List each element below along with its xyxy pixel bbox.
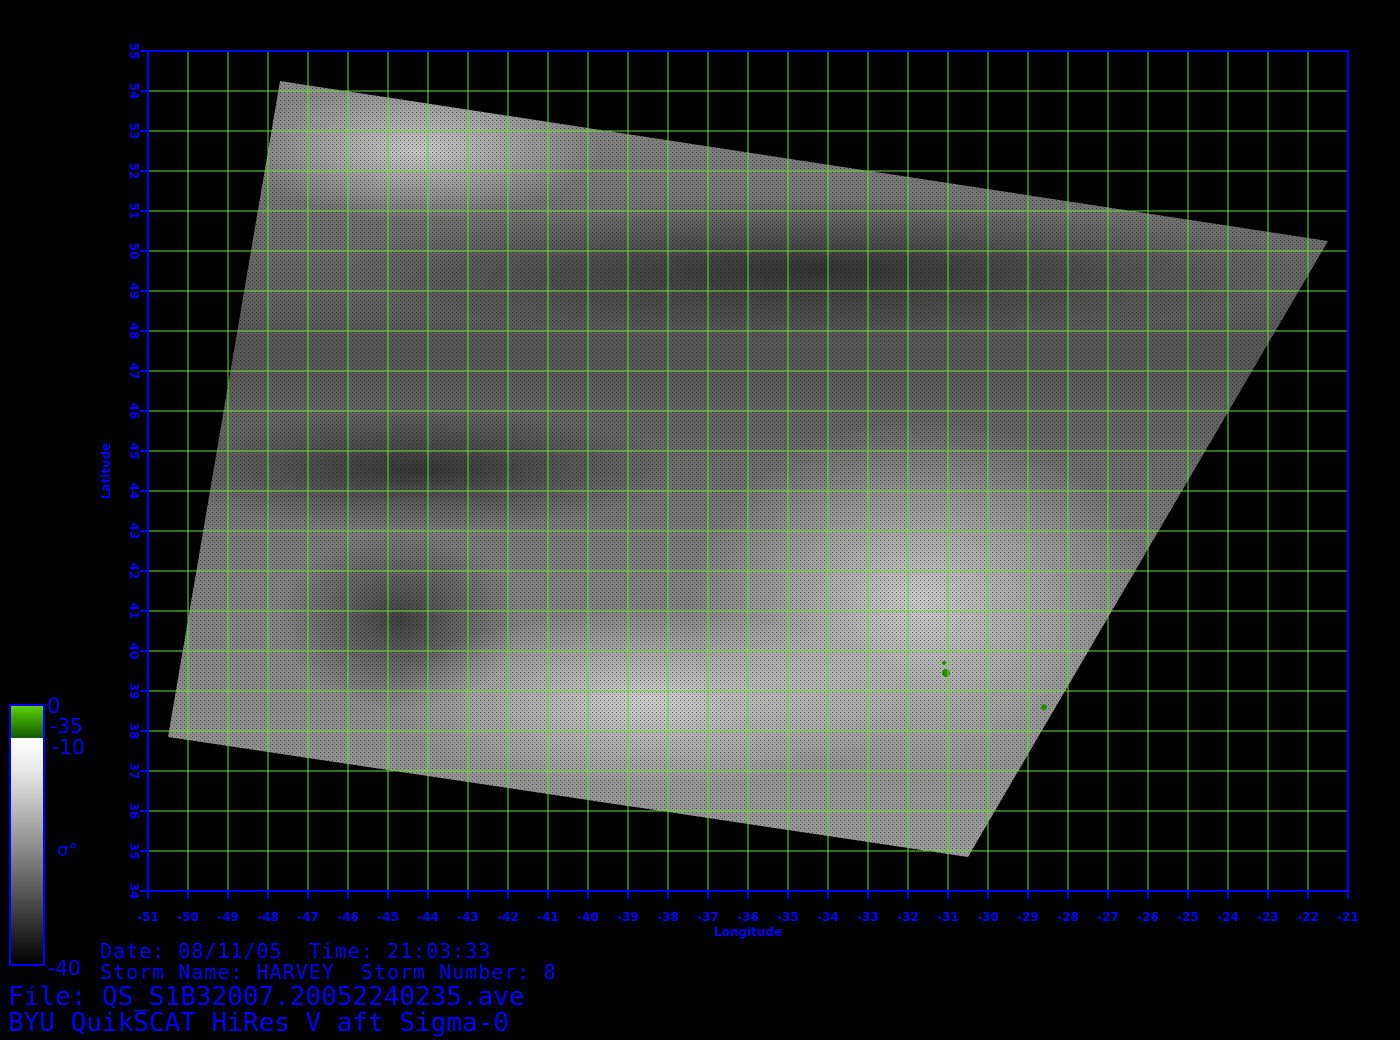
storm-name-label: Storm Name: [100,960,244,984]
swath-texture [168,81,1328,857]
y-tick-label: 55 [127,43,141,60]
x-tick-label: -44 [417,910,439,924]
y-axis-title: Latitude [99,443,113,500]
x-tick-label: -50 [177,910,199,924]
storm-number-value: 8 [543,960,557,984]
x-tick-label: -43 [457,910,479,924]
colorbar-label-low: -40 [48,956,81,980]
colorbar-label-land: -35 [50,714,83,738]
colorbar-label-high: -10 [52,735,85,759]
y-tick-label: 43 [127,523,141,540]
y-tick-label: 39 [127,683,141,700]
footer-storm-line: Storm Name: HARVEY Storm Number: 8 [100,962,556,982]
footer-product-line: BYU QuikSCAT HiRes V aft Sigma-0 [8,1008,509,1038]
x-tick-label: -48 [257,910,279,924]
x-tick-label: -28 [1057,910,1079,924]
y-tick-label: 53 [127,123,141,140]
footer-file-line: File: QS_S1B32007.20052240235.ave [8,984,525,1010]
y-tick-label: 46 [127,403,141,420]
y-tick-label: 45 [127,443,141,460]
footer-date-line: Date: 08/11/05 Time: 21:03:33 [100,941,491,961]
x-tick-label: -34 [817,910,839,924]
x-tick-label: -31 [937,910,959,924]
x-tick-label: -23 [1257,910,1279,924]
y-tick-label: 36 [127,803,141,820]
land-mask-spot [942,661,946,665]
x-tick-label: -49 [217,910,239,924]
x-tick-label: -42 [497,910,519,924]
x-tick-label: -30 [977,910,999,924]
x-tick-label: -38 [657,910,679,924]
storm-number-label: Storm Number: [360,960,531,984]
y-tick-label: 42 [127,563,141,580]
x-tick-label: -36 [737,910,759,924]
colorbar-land-segment [10,705,44,738]
x-tick-label: -45 [377,910,399,924]
x-axis-title: Longitude [714,925,782,939]
x-tick-label: -32 [897,910,919,924]
y-tick-label: 40 [127,643,141,660]
y-tick-label: 50 [127,243,141,260]
x-tick-label: -24 [1217,910,1239,924]
y-tick-label: 52 [127,163,141,180]
y-tick-label: 38 [127,723,141,740]
y-tick-label: 54 [127,83,141,100]
y-tick-label: 51 [127,203,141,220]
y-tick-label: 49 [127,283,141,300]
x-tick-label: -33 [857,910,879,924]
x-tick-label: -46 [337,910,359,924]
x-tick-label: -37 [697,910,719,924]
x-tick-label: -21 [1337,910,1359,924]
y-tick-label: 48 [127,323,141,340]
y-tick-label: 34 [127,883,141,900]
x-tick-label: -39 [617,910,639,924]
x-tick-label: -27 [1097,910,1119,924]
x-tick-label: -40 [577,910,599,924]
map-figure: -51 -50 -49 -48 -47 -46 -45 -44 -43 -42 -41 -40 -39 -… [9,43,1359,966]
x-tick-label: -41 [537,910,559,924]
y-tick-label: 35 [127,843,141,860]
x-tick-label: -25 [1177,910,1199,924]
x-tick-label: -26 [1137,910,1159,924]
y-tick-label: 37 [127,763,141,780]
sigma0-swath-image [168,81,1328,857]
x-tick-label: -47 [297,910,319,924]
colorbar [9,704,45,966]
x-tick-label: -35 [777,910,799,924]
storm-name-value: HARVEY [256,960,335,984]
colorbar-gray-scale [10,738,44,965]
x-tick-label: -29 [1017,910,1039,924]
x-tick-label: -51 [137,910,159,924]
land-mask-spot [1041,704,1047,710]
y-tick-label: 44 [127,483,141,500]
y-tick-label: 41 [127,603,141,620]
x-tick-label: -22 [1297,910,1319,924]
y-tick-label: 47 [127,363,141,380]
colorbar-units: σ° [57,840,78,861]
land-mask-spot [942,669,950,677]
